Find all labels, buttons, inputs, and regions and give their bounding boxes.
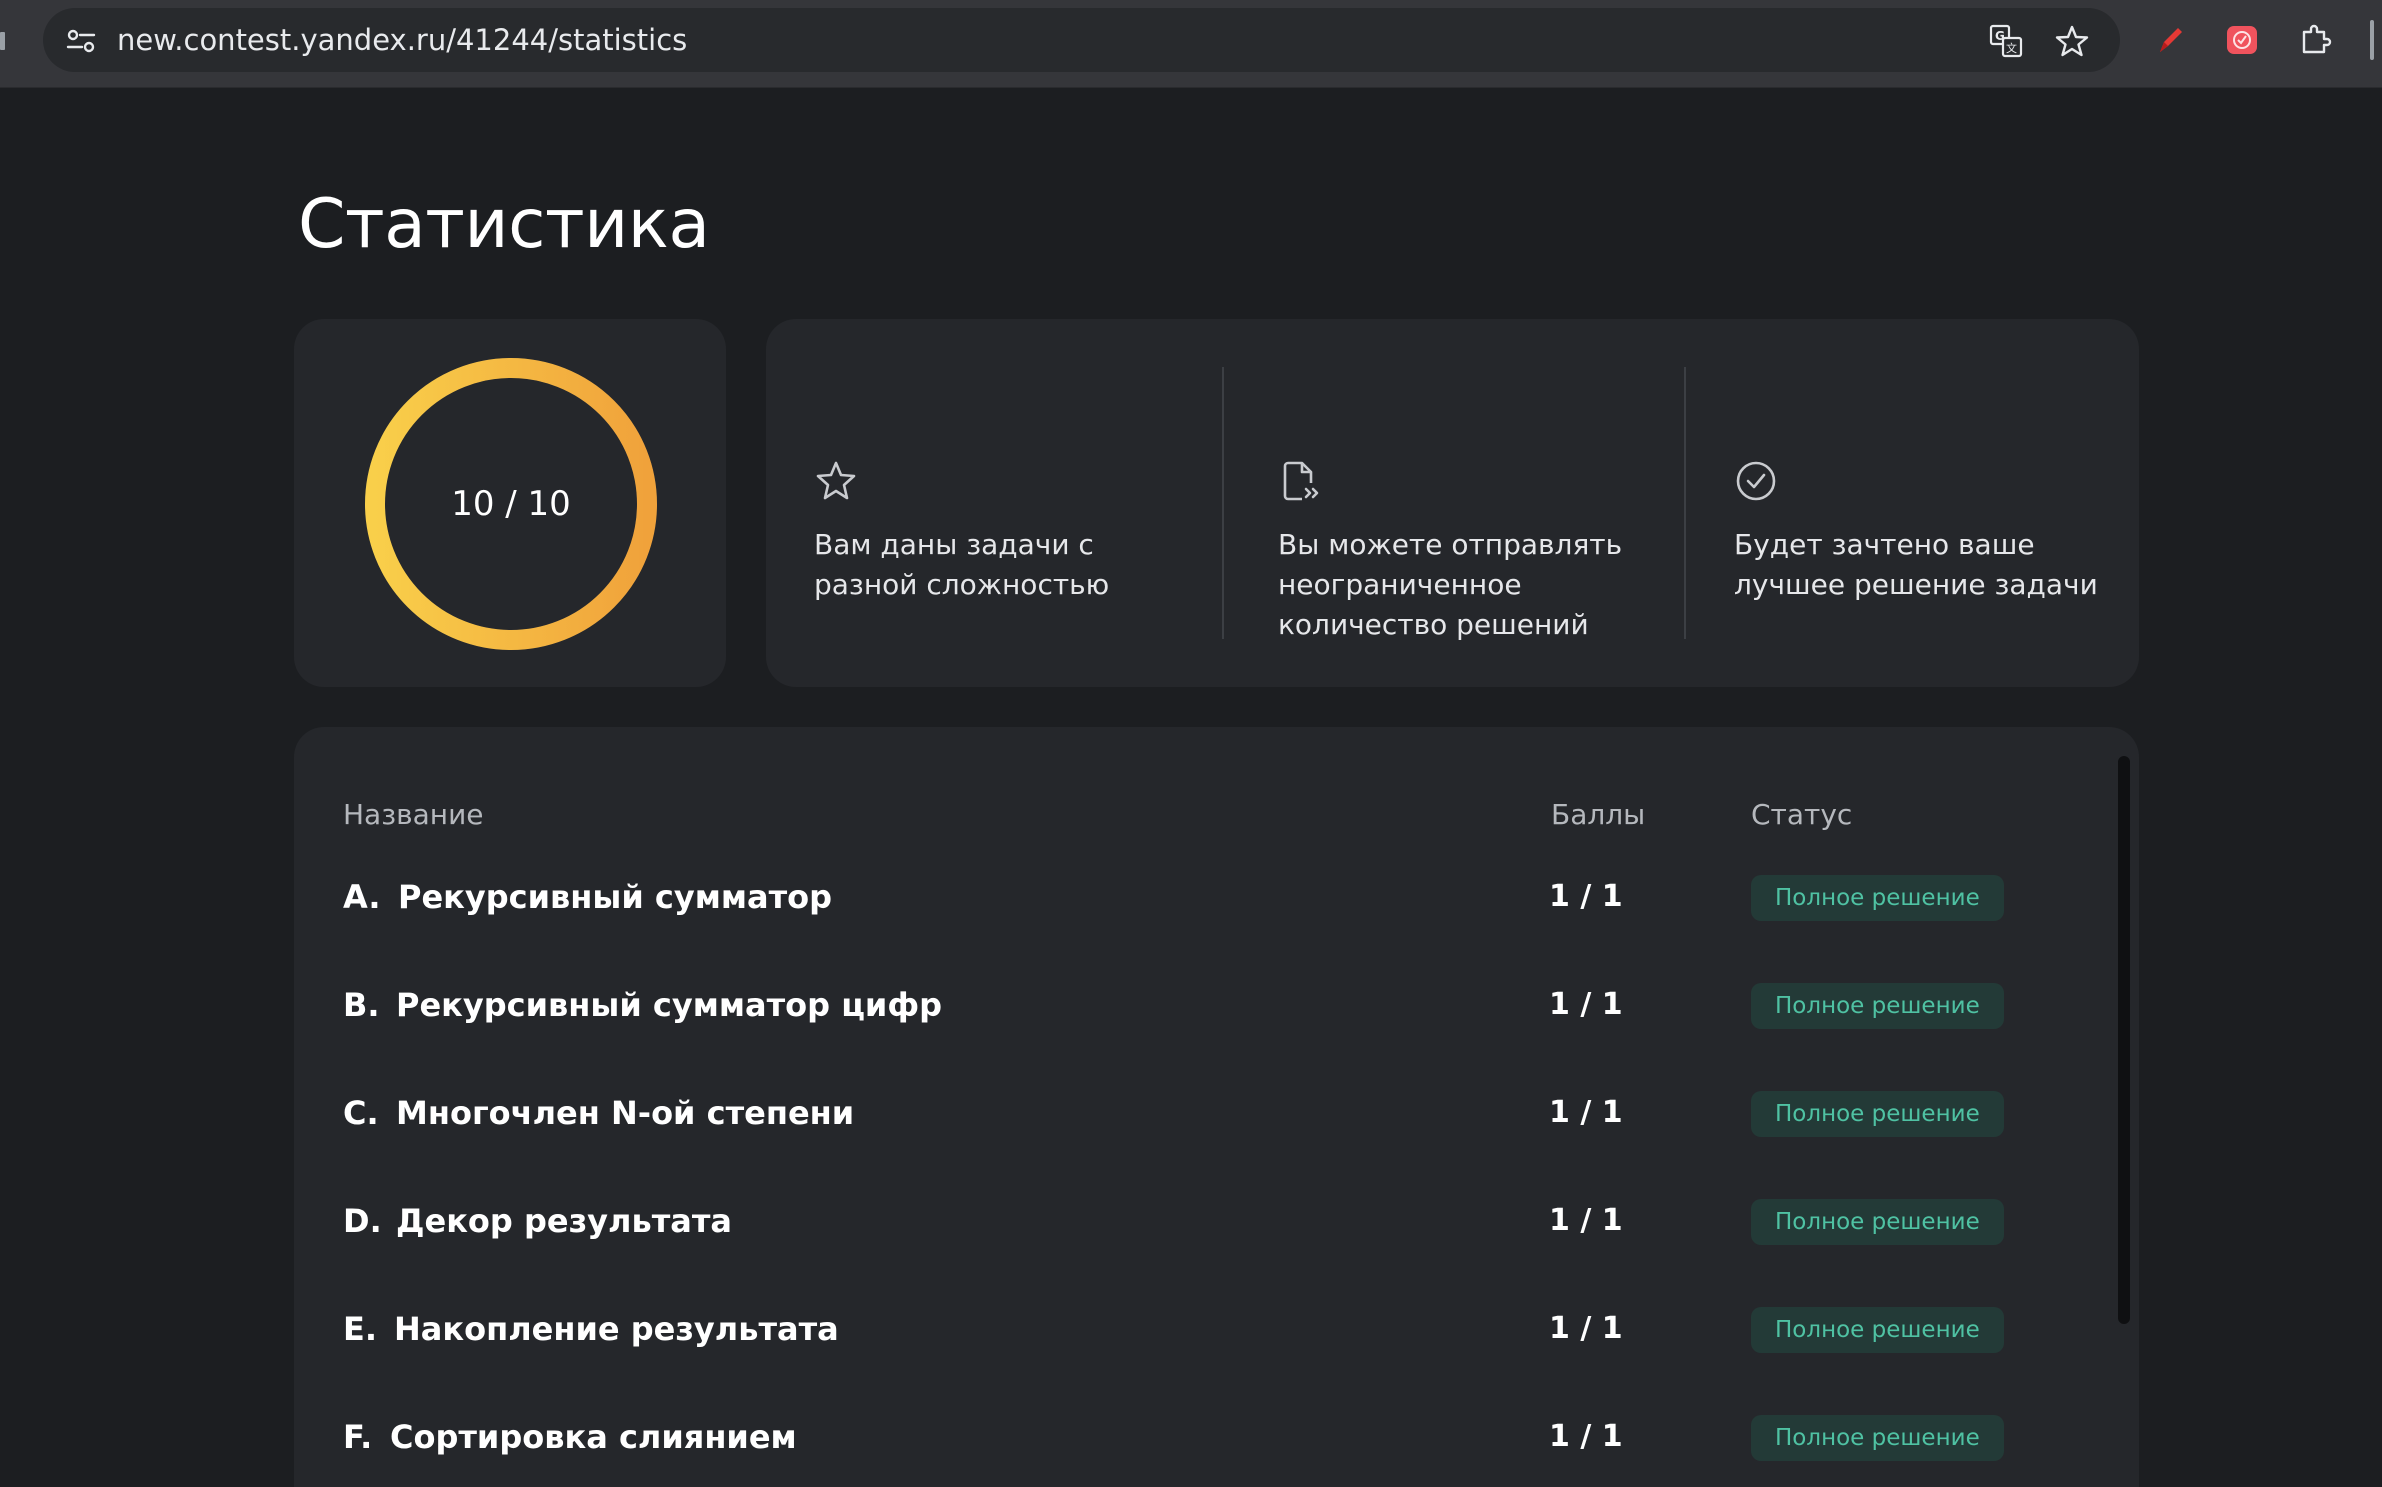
- problem-letter: B.: [343, 986, 380, 1024]
- rule-text: Вам даны задачи с разной сложностью: [814, 528, 1110, 601]
- status-badge: Полное решение: [1751, 1199, 2004, 1245]
- status-badge: Полное решение: [1751, 1415, 2004, 1461]
- marker-extension-icon[interactable]: [2152, 22, 2188, 58]
- site-settings-icon[interactable]: [63, 26, 99, 56]
- problem-score: 1 / 1: [1549, 879, 1623, 914]
- table-row[interactable]: F. Сортировка слиянием 1 / 1 Полное реше…: [0, 1397, 2382, 1477]
- address-bar[interactable]: new.contest.yandex.ru/41244/statistics G…: [43, 8, 2120, 72]
- problem-letter: F.: [343, 1418, 373, 1456]
- status-badge: Полное решение: [1751, 1307, 2004, 1353]
- divider: [1222, 367, 1224, 639]
- score-ring: 10 / 10: [364, 357, 658, 651]
- problem-title[interactable]: Сортировка слиянием: [390, 1397, 797, 1477]
- table-row[interactable]: C. Многочлен N-ой степени 1 / 1 Полное р…: [0, 1073, 2382, 1153]
- rule-text: Вы можете отправлять неограниченное коли…: [1278, 528, 1623, 641]
- rule-unlimited-submissions: Вы можете отправлять неограниченное коли…: [1230, 319, 1686, 687]
- url-text[interactable]: new.contest.yandex.ru/41244/statistics: [117, 8, 687, 72]
- problem-title[interactable]: Рекурсивный сумматор цифр: [396, 965, 942, 1045]
- problem-score: 1 / 1: [1549, 1311, 1623, 1346]
- bookmark-star-icon[interactable]: [2055, 24, 2089, 58]
- window-edge: [2370, 20, 2374, 60]
- problem-score: 1 / 1: [1549, 1095, 1623, 1130]
- problem-title[interactable]: Накопление результата: [394, 1289, 839, 1369]
- column-header-status: Статус: [1751, 798, 1853, 831]
- problem-score: 1 / 1: [1549, 987, 1623, 1022]
- problem-letter: E.: [343, 1310, 378, 1348]
- score-card: 10 / 10: [294, 319, 726, 687]
- column-header-name: Название: [343, 798, 484, 831]
- table-row[interactable]: A. Рекурсивный сумматор 1 / 1 Полное реш…: [0, 857, 2382, 937]
- browser-toolbar: new.contest.yandex.ru/41244/statistics G…: [0, 0, 2382, 88]
- tab-edge: [0, 32, 5, 50]
- column-header-score: Баллы: [1551, 798, 1646, 831]
- document-send-icon: [1278, 459, 1322, 503]
- rule-difficulty: Вам даны задачи с разной сложностью: [766, 319, 1230, 687]
- problem-title[interactable]: Декор результата: [396, 1181, 732, 1261]
- problem-letter: C.: [343, 1094, 379, 1132]
- problem-title[interactable]: Многочлен N-ой степени: [396, 1073, 854, 1153]
- rule-best-solution: Будет зачтено ваше лучшее решение задачи: [1686, 319, 2138, 687]
- status-badge: Полное решение: [1751, 875, 2004, 921]
- table-row[interactable]: D. Декор результата 1 / 1 Полное решение: [0, 1181, 2382, 1261]
- score-value: 10 / 10: [451, 484, 571, 524]
- page-title: Статистика: [298, 185, 710, 264]
- extensions-puzzle-icon[interactable]: [2298, 22, 2334, 58]
- status-badge: Полное решение: [1751, 983, 2004, 1029]
- translate-icon[interactable]: G 文: [1989, 24, 2023, 58]
- problem-letter: A.: [343, 878, 381, 916]
- star-icon: [814, 459, 858, 503]
- calendar-extension-icon[interactable]: [2224, 22, 2260, 58]
- problem-score: 1 / 1: [1549, 1419, 1623, 1454]
- check-circle-icon: [1734, 459, 1778, 503]
- problem-score: 1 / 1: [1549, 1203, 1623, 1238]
- table-row[interactable]: B. Рекурсивный сумматор цифр 1 / 1 Полно…: [0, 965, 2382, 1045]
- svg-text:文: 文: [2006, 41, 2017, 55]
- problem-letter: D.: [343, 1202, 382, 1240]
- status-badge: Полное решение: [1751, 1091, 2004, 1137]
- table-row[interactable]: E. Накопление результата 1 / 1 Полное ре…: [0, 1289, 2382, 1369]
- rules-card: Вам даны задачи с разной сложностью Вы м…: [766, 319, 2139, 687]
- rule-text: Будет зачтено ваше лучшее решение задачи: [1734, 528, 2098, 601]
- problem-title[interactable]: Рекурсивный сумматор: [398, 857, 832, 937]
